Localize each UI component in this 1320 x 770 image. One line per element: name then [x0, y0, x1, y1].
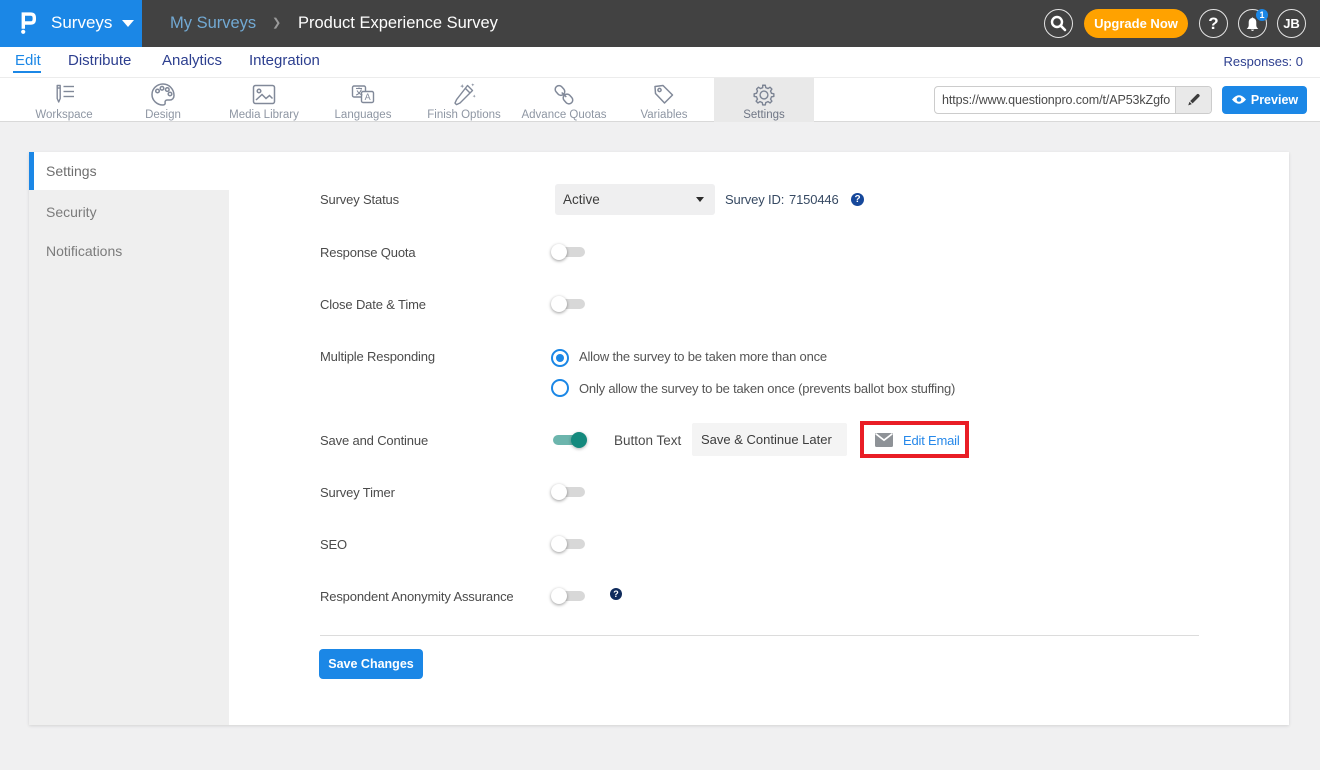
- svg-text:A: A: [365, 92, 371, 102]
